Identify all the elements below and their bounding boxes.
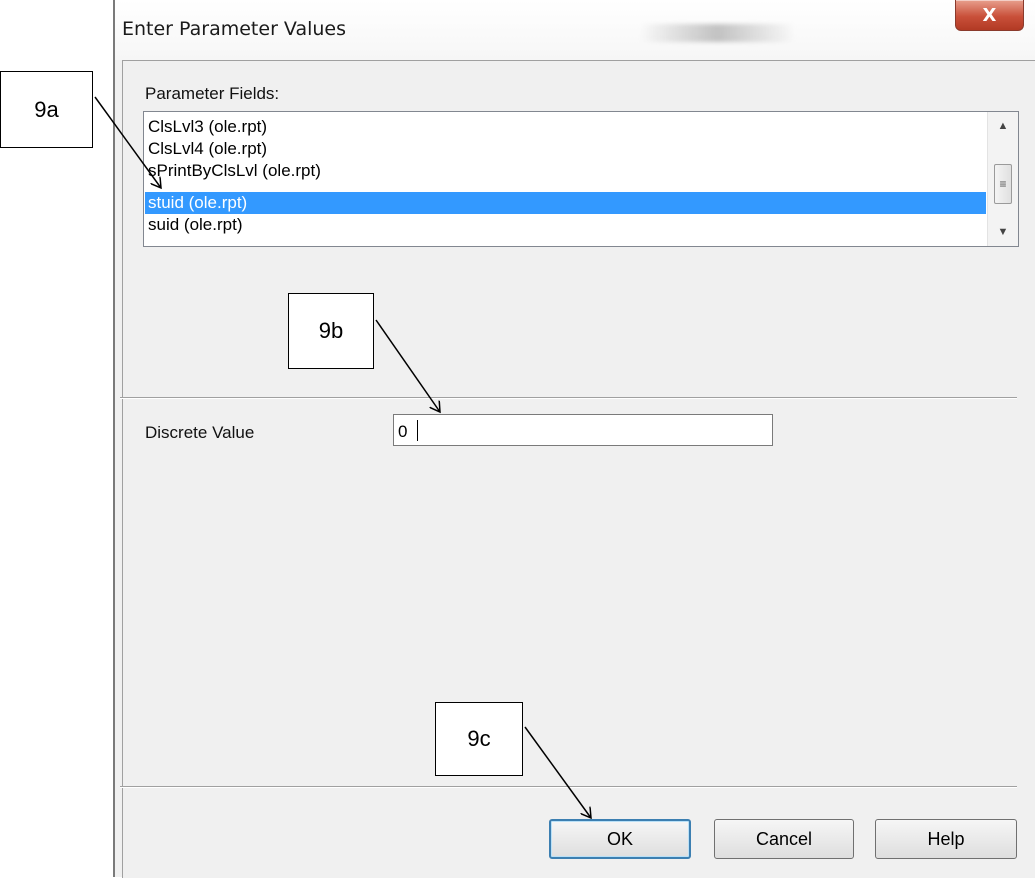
triangle-up-icon: ▲ (997, 120, 1009, 132)
vertical-scrollbar[interactable]: ▲ ≡ ▼ (987, 112, 1018, 246)
ok-button[interactable]: OK (549, 819, 691, 859)
discrete-value-label: Discrete Value (145, 423, 255, 442)
scroll-thumb[interactable]: ≡ (994, 164, 1012, 204)
parameter-fields-label: Parameter Fields: (145, 84, 280, 103)
close-icon: X (982, 4, 997, 26)
triangle-down-icon: ▼ (997, 226, 1009, 238)
list-item[interactable]: suid (ole.rpt) (145, 214, 986, 236)
scroll-up-button[interactable]: ▲ (988, 112, 1018, 140)
separator-lower (120, 786, 1017, 788)
scroll-down-button[interactable]: ▼ (988, 218, 1018, 246)
background-window-title-ghost (640, 24, 795, 42)
parameter-fields-listbox[interactable]: ClsLvl3 (ole.rpt) ClsLvl4 (ole.rpt) sPri… (143, 111, 1019, 247)
list-item[interactable]: ClsLvl3 (ole.rpt) (145, 116, 986, 138)
discrete-value-input[interactable] (393, 414, 773, 446)
separator-upper (120, 397, 1017, 399)
title-bar: Enter Parameter Values X (115, 0, 1035, 60)
list-item-selected[interactable]: stuid (ole.rpt) (145, 192, 986, 214)
text-caret (417, 420, 418, 441)
close-button[interactable]: X (955, 0, 1024, 31)
list-item[interactable]: sPrintByClsLvl (ole.rpt) (145, 160, 986, 182)
callout-9b: 9b (288, 293, 374, 369)
callout-9a: 9a (0, 71, 93, 148)
list-item[interactable]: ClsLvl4 (ole.rpt) (145, 138, 986, 160)
grip-lines-icon: ≡ (999, 177, 1007, 191)
dialog-title: Enter Parameter Values (122, 18, 347, 40)
callout-9c: 9c (435, 702, 523, 776)
help-button[interactable]: Help (875, 819, 1017, 859)
cancel-button[interactable]: Cancel (714, 819, 854, 859)
